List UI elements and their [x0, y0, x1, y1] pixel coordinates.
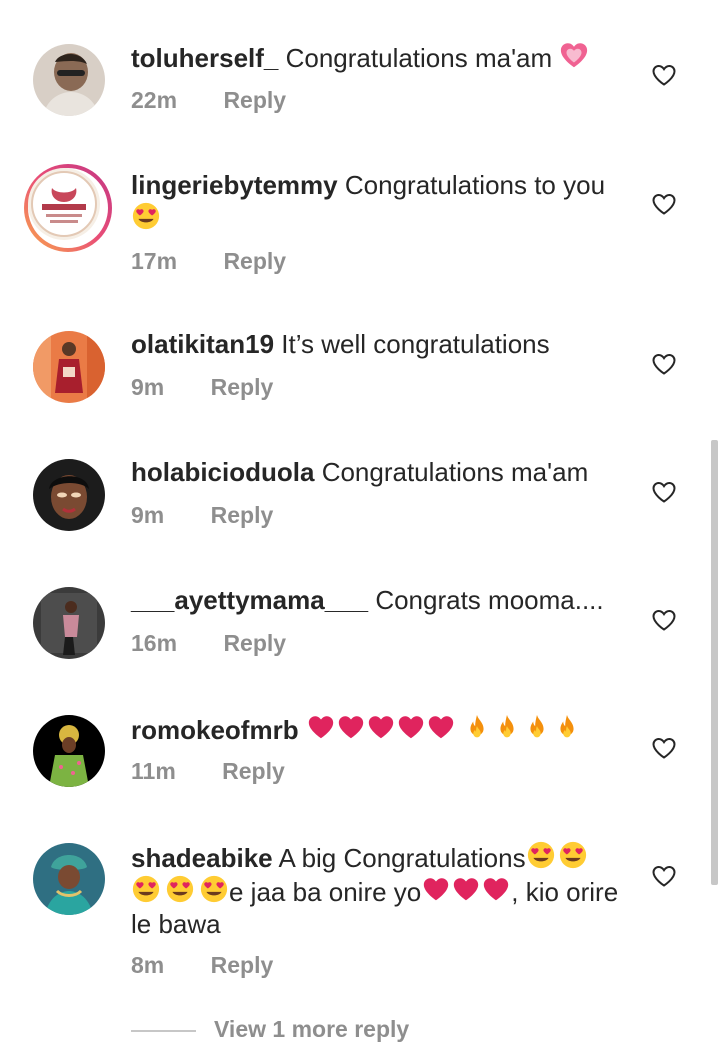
- fire-emoji: [462, 712, 492, 742]
- comment-time: 9m: [131, 374, 165, 400]
- red-heart-emoji: [306, 712, 336, 742]
- red-heart-emoji: [396, 712, 426, 742]
- comment-username[interactable]: toluherself_: [131, 43, 278, 73]
- fire-emoji: [492, 712, 522, 742]
- comment-body: Congratulations to you: [344, 170, 606, 200]
- reply-button[interactable]: Reply: [211, 374, 274, 401]
- comment-meta: 22m Reply: [131, 87, 286, 114]
- heart-outline-icon[interactable]: [651, 607, 677, 633]
- red-heart-emoji: [336, 712, 366, 742]
- comment-body: e jaa ba onire yo: [229, 877, 422, 907]
- comment-text: shadeabike A big Congratulations e jaa b…: [131, 840, 631, 940]
- heart-outline-icon[interactable]: [651, 735, 677, 761]
- comment-meta: 17m Reply: [131, 248, 286, 275]
- reply-button[interactable]: Reply: [223, 87, 286, 114]
- heart-outline-icon[interactable]: [651, 191, 677, 217]
- divider: [131, 1029, 196, 1032]
- comment-time: 9m: [131, 502, 165, 528]
- heart-eyes-emoji: [199, 874, 229, 904]
- comment-time: 11m: [131, 758, 176, 784]
- comment-username[interactable]: romokeofmrb: [131, 715, 299, 745]
- comment-text: toluherself_ Congratulations ma'am: [131, 40, 631, 74]
- reply-button[interactable]: Reply: [211, 502, 274, 529]
- comment-time: 22m: [131, 87, 178, 113]
- comment-meta: 8m Reply: [131, 952, 273, 979]
- avatar[interactable]: [24, 164, 112, 252]
- growing-heart-emoji: [559, 40, 589, 70]
- heart-eyes-emoji: [131, 201, 161, 231]
- comment-body: Congrats mooma....: [375, 585, 604, 615]
- comment-body: Congratulations ma'am: [321, 457, 589, 487]
- comment-meta: 9m Reply: [131, 374, 273, 401]
- comment-meta: 11m Reply: [131, 758, 285, 785]
- heart-outline-icon[interactable]: [651, 351, 677, 377]
- comment-username[interactable]: olatikitan19: [131, 329, 274, 359]
- fire-emoji: [522, 712, 552, 742]
- heart-outline-icon[interactable]: [651, 62, 677, 88]
- comment-text: holabicioduola Congratulations ma'am: [131, 456, 631, 488]
- heart-eyes-emoji: [526, 840, 556, 870]
- reply-button[interactable]: Reply: [223, 248, 286, 275]
- heart-eyes-emoji: [165, 874, 195, 904]
- avatar[interactable]: [33, 459, 105, 531]
- avatar[interactable]: [33, 587, 105, 659]
- heart-outline-icon[interactable]: [651, 863, 677, 889]
- reply-button[interactable]: Reply: [211, 952, 274, 979]
- comment-text: ___ayettymama___ Congrats mooma....: [131, 584, 631, 616]
- avatar[interactable]: [33, 843, 105, 915]
- comment-meta: 9m Reply: [131, 502, 273, 529]
- red-heart-emoji: [421, 874, 451, 904]
- view-more-label: View 1 more reply: [214, 1016, 410, 1042]
- comment-time: 16m: [131, 630, 178, 656]
- avatar[interactable]: [33, 44, 105, 116]
- comment-text: romokeofmrb: [131, 712, 631, 746]
- avatar[interactable]: [33, 715, 105, 787]
- comment-time: 17m: [131, 248, 178, 274]
- avatar[interactable]: [33, 331, 105, 403]
- heart-eyes-emoji: [131, 874, 161, 904]
- red-heart-emoji: [426, 712, 456, 742]
- view-more-replies-button[interactable]: View 1 more reply: [131, 1016, 409, 1043]
- reply-button[interactable]: Reply: [222, 758, 285, 785]
- fire-emoji: [552, 712, 582, 742]
- comment-username[interactable]: shadeabike: [131, 843, 273, 873]
- comment-body: It’s well congratulations: [281, 329, 550, 359]
- comment-time: 8m: [131, 952, 165, 978]
- red-heart-emoji: [451, 874, 481, 904]
- heart-outline-icon[interactable]: [651, 479, 677, 505]
- comment-body: A big Congratulations: [278, 843, 526, 873]
- comment-username[interactable]: ___ayettymama___: [131, 585, 368, 615]
- comment-text: olatikitan19 It’s well congratulations: [131, 328, 631, 360]
- heart-eyes-emoji: [558, 840, 588, 870]
- comment-body: Congratulations ma'am: [285, 43, 553, 73]
- comment-text: lingeriebytemmy Congratulations to you: [131, 169, 631, 235]
- scrollbar[interactable]: [711, 440, 718, 885]
- red-heart-emoji: [366, 712, 396, 742]
- comment-username[interactable]: holabicioduola: [131, 457, 314, 487]
- comment-meta: 16m Reply: [131, 630, 286, 657]
- comment-username[interactable]: lingeriebytemmy: [131, 170, 338, 200]
- reply-button[interactable]: Reply: [223, 630, 286, 657]
- red-heart-emoji: [481, 874, 511, 904]
